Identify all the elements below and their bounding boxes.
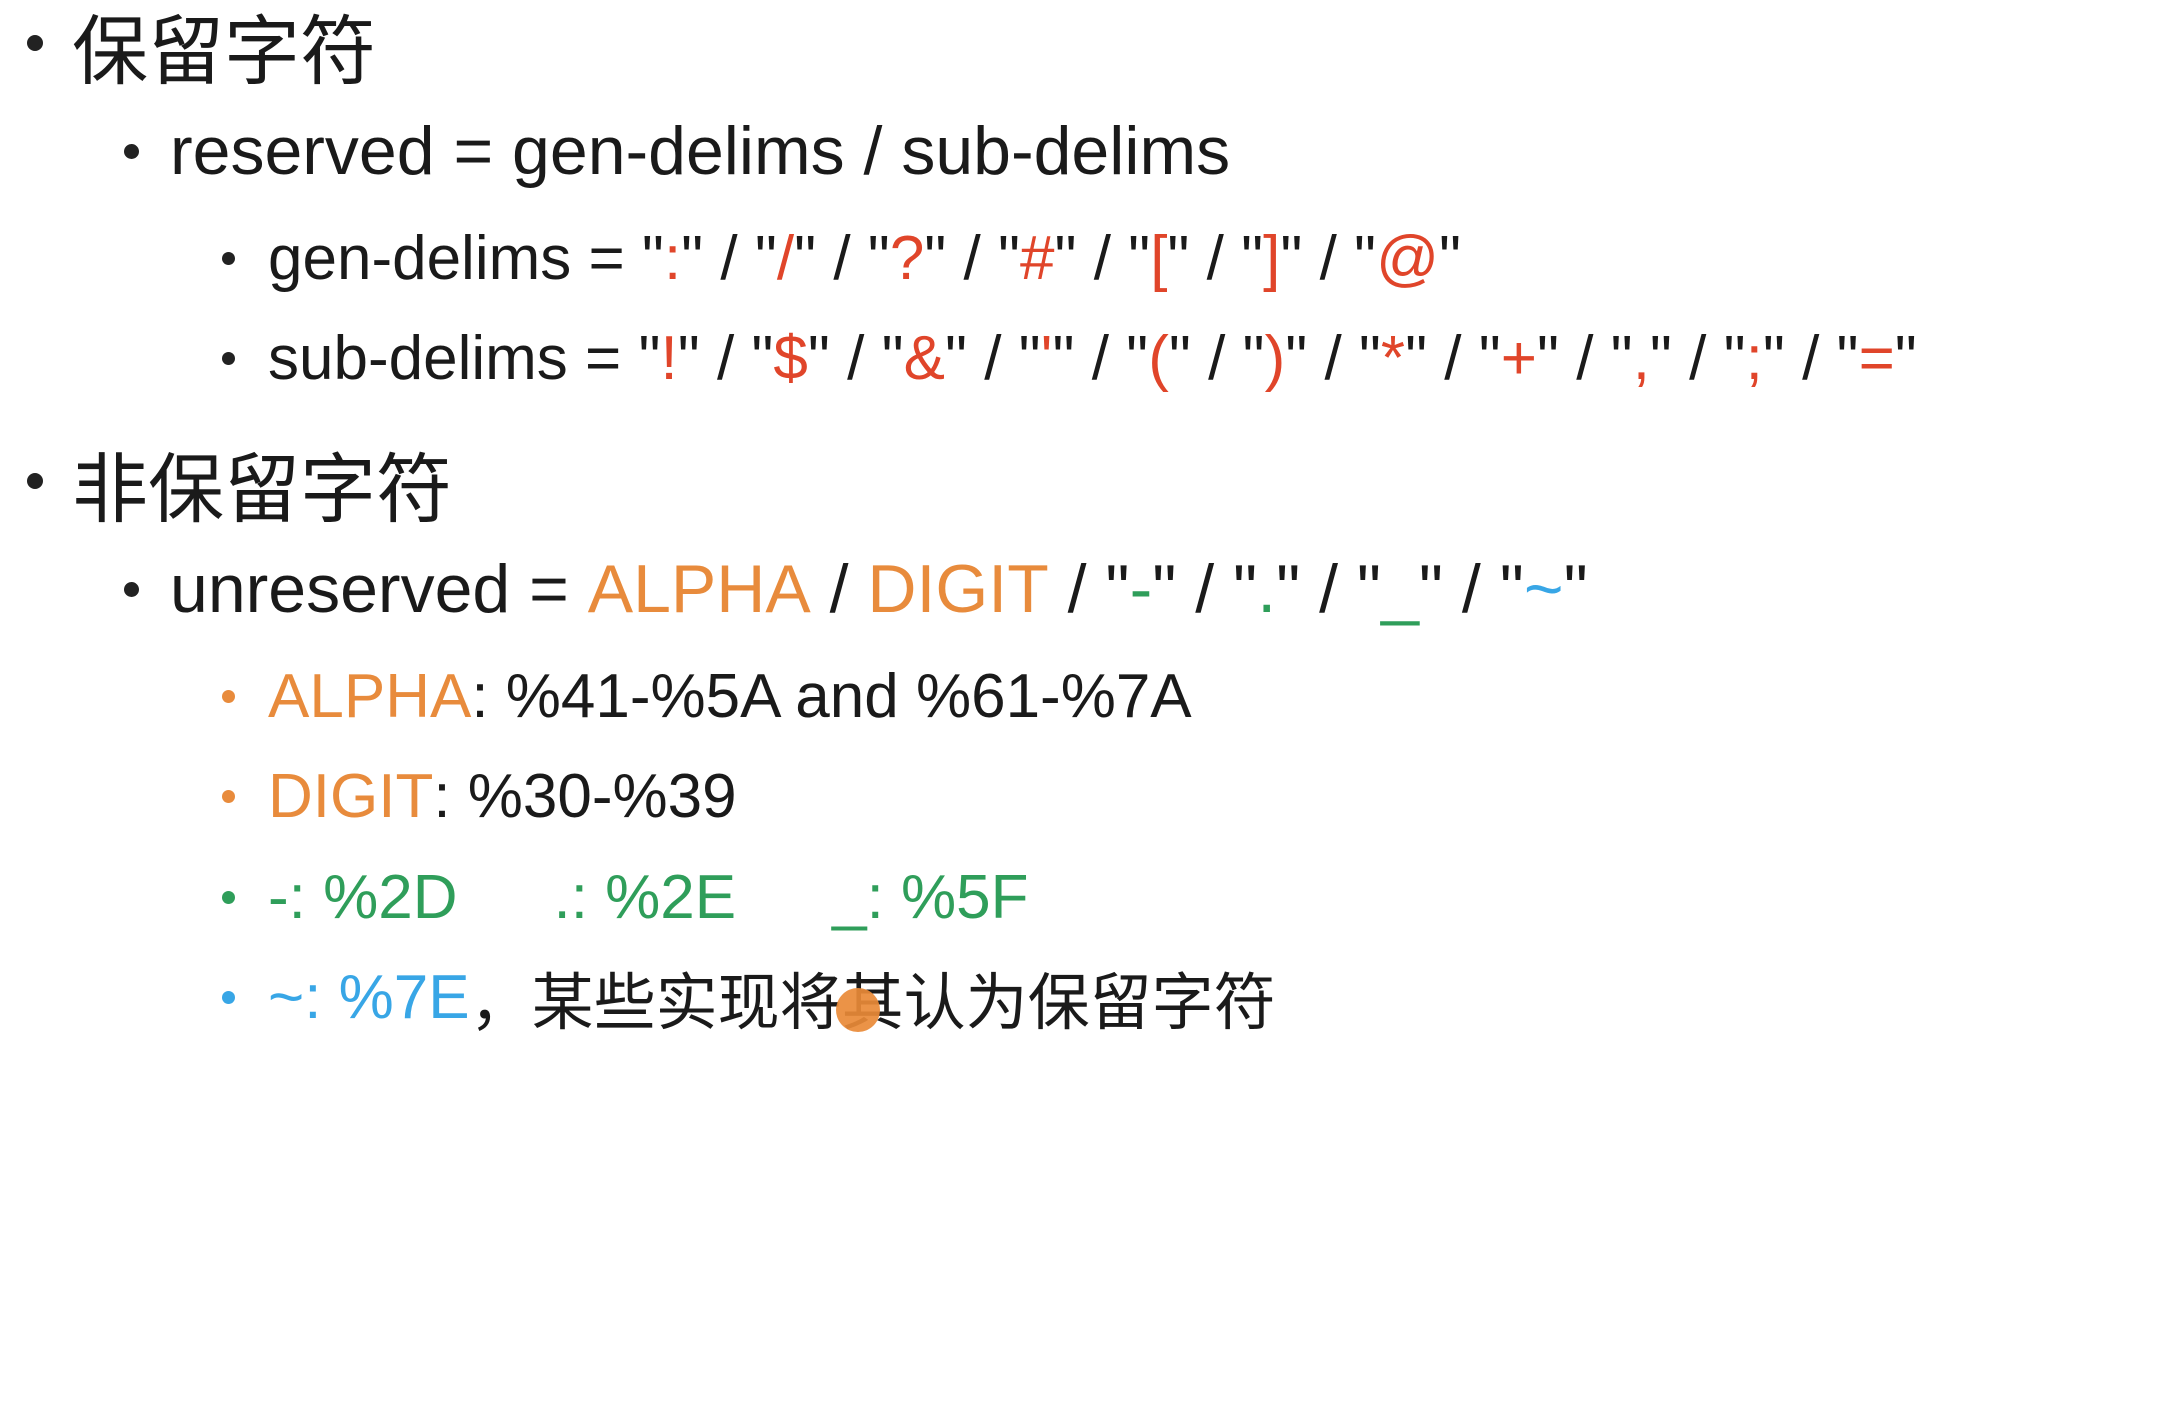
gen-delims-rule: gen-delims = ":" / "/" / "?" / "#" / "["… [268,223,1462,293]
bullet [27,473,43,489]
reserved-rule: reserved = gen-delims / sub-delims [170,113,1231,189]
bullet [222,252,235,265]
bullet [222,991,235,1004]
gen-delims-chars: ":" / "/" / "?" / "#" / "[" / "]" / "@" [641,223,1462,293]
bullet [222,690,235,703]
bullet [222,352,235,365]
bullet [222,790,235,803]
alpha-line: ALPHA: %41-%5A and %61-%7A [268,661,1192,731]
tilde-line: ~: %7E，某些实现将其认为保留字符 [268,962,1276,1039]
bullet [124,144,139,159]
bullet [27,35,43,51]
reserved-heading: 保留字符 [72,10,376,95]
sub-delims-chars: "!" / "$" / "&" / "'" / "(" / ")" / "*" … [638,323,1917,393]
sub-delims-rule: sub-delims = "!" / "$" / "&" / "'" / "("… [268,323,1917,393]
unreserved-heading: 非保留字符 [72,448,452,533]
symbol-codes-line: -: %2D.: %2E _: %5F [268,862,1029,932]
bullet [124,582,139,597]
digit-line: DIGIT: %30-%39 [268,761,737,831]
unreserved-rule: unreserved = ALPHA / DIGIT / " - " / ". " /… [170,551,1588,627]
sub-delims-name: sub-delims [268,323,568,393]
bullet [222,891,235,904]
pointer-highlight [836,988,880,1032]
gen-delims-name: gen-delims [268,223,572,293]
